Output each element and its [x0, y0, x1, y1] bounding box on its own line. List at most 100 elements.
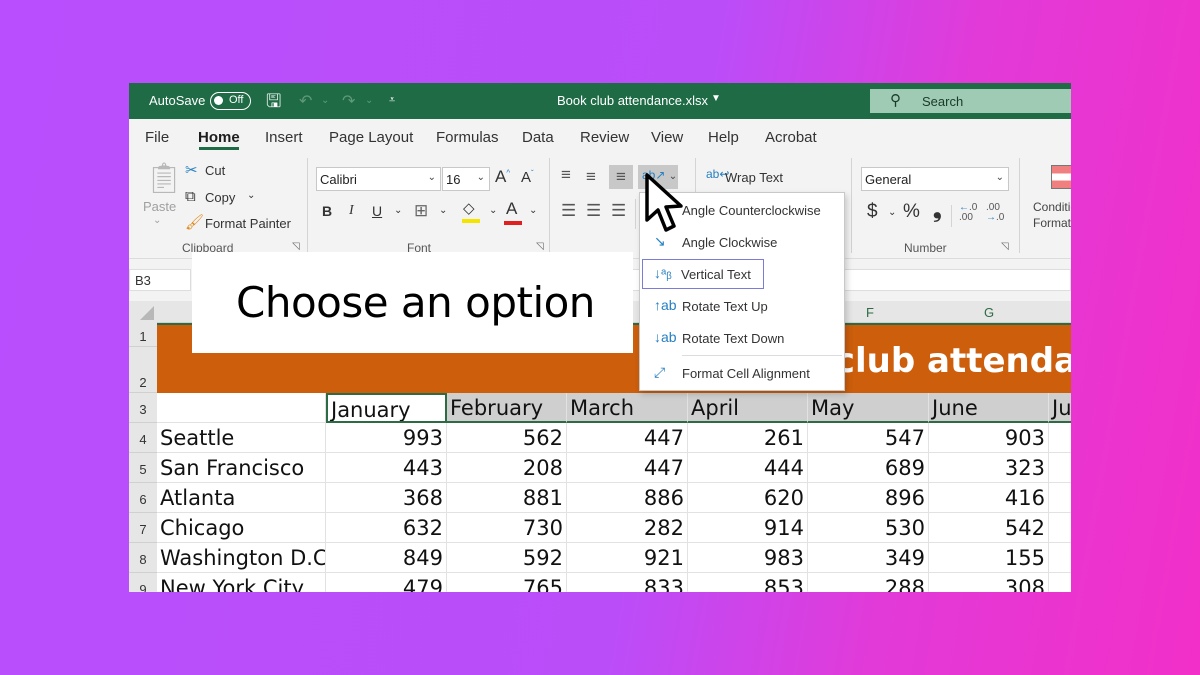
row-header-5[interactable]: 5: [129, 453, 157, 483]
copy-button[interactable]: Copy: [205, 190, 235, 205]
attendance-cell[interactable]: 853: [688, 573, 808, 592]
attendance-cell[interactable]: 765: [447, 573, 567, 592]
middle-align-icon[interactable]: ≡: [586, 167, 596, 187]
attendance-cell[interactable]: 921: [567, 543, 688, 573]
attendance-cell[interactable]: 208: [447, 453, 567, 483]
attendance-cell[interactable]: 261: [688, 423, 808, 453]
attendance-cell[interactable]: 443: [326, 453, 447, 483]
month-header-cell[interactable]: June: [929, 393, 1049, 423]
tab-page-layout[interactable]: Page Layout: [329, 129, 413, 146]
attendance-cell[interactable]: 849: [326, 543, 447, 573]
percent-button[interactable]: %: [903, 201, 920, 223]
empty-cell[interactable]: [1049, 483, 1071, 513]
month-header-cell[interactable]: February: [447, 393, 567, 423]
row-header-9[interactable]: 9: [129, 573, 157, 592]
font-color-dropdown-icon[interactable]: ⌄: [529, 205, 537, 216]
tab-data[interactable]: Data: [522, 129, 554, 146]
tab-view[interactable]: View: [651, 129, 683, 146]
save-icon[interactable]: 🖫: [266, 89, 281, 119]
city-cell[interactable]: Seattle: [157, 423, 326, 453]
fill-color-icon[interactable]: ◇: [462, 199, 480, 223]
decrease-decimal-icon[interactable]: .00 →.0: [986, 203, 1004, 223]
name-box[interactable]: B3: [129, 269, 191, 291]
borders-icon[interactable]: ⊞: [414, 201, 428, 221]
attendance-cell[interactable]: 282: [567, 513, 688, 543]
month-header-cell[interactable]: April: [688, 393, 808, 423]
row-header-3[interactable]: 3: [129, 393, 157, 423]
tab-home[interactable]: Home: [198, 129, 240, 146]
top-align-icon[interactable]: ≡: [561, 165, 571, 185]
undo-icon[interactable]: ↶: [299, 91, 312, 111]
bold-button[interactable]: B: [322, 203, 332, 219]
empty-cell[interactable]: [1049, 543, 1071, 573]
row-header-7[interactable]: 7: [129, 513, 157, 543]
attendance-cell[interactable]: 903: [929, 423, 1049, 453]
attendance-cell[interactable]: 530: [808, 513, 929, 543]
format-painter-button[interactable]: Format Painter: [205, 216, 291, 231]
title-dropdown-icon[interactable]: ▼: [711, 93, 721, 104]
row-header-6[interactable]: 6: [129, 483, 157, 513]
attendance-cell[interactable]: 592: [447, 543, 567, 573]
menu-item-rotate-text-down[interactable]: ↓ab Rotate Text Down: [642, 323, 842, 353]
wrap-text-button[interactable]: Wrap Text: [725, 170, 783, 185]
document-title[interactable]: Book club attendance.xlsx: [557, 93, 708, 108]
undo-dropdown-icon[interactable]: ⌄: [321, 95, 329, 106]
paste-button[interactable]: Paste: [143, 199, 176, 214]
font-color-icon[interactable]: A: [504, 199, 522, 225]
cut-button[interactable]: Cut: [205, 163, 225, 178]
tab-acrobat[interactable]: Acrobat: [765, 129, 817, 146]
city-cell[interactable]: Chicago: [157, 513, 326, 543]
underline-button[interactable]: U: [372, 203, 382, 219]
attendance-cell[interactable]: 349: [808, 543, 929, 573]
attendance-cell[interactable]: 689: [808, 453, 929, 483]
city-cell[interactable]: Washington D.C.: [157, 543, 326, 573]
attendance-cell[interactable]: 288: [808, 573, 929, 592]
clipboard-launcher-icon[interactable]: ◹: [292, 241, 300, 252]
month-header-cell[interactable]: March: [567, 393, 688, 423]
font-size-select[interactable]: 16 ⌄: [442, 167, 490, 191]
attendance-cell[interactable]: 886: [567, 483, 688, 513]
attendance-cell[interactable]: 368: [326, 483, 447, 513]
paste-icon[interactable]: 📋︎: [145, 161, 183, 196]
city-cell[interactable]: San Francisco: [157, 453, 326, 483]
attendance-cell[interactable]: 155: [929, 543, 1049, 573]
bottom-align-icon[interactable]: ≡: [609, 165, 633, 189]
attendance-cell[interactable]: 620: [688, 483, 808, 513]
attendance-cell[interactable]: 881: [447, 483, 567, 513]
column-header-f[interactable]: F: [865, 305, 875, 320]
attendance-cell[interactable]: 730: [447, 513, 567, 543]
tab-review[interactable]: Review: [580, 129, 629, 146]
tab-help[interactable]: Help: [708, 129, 739, 146]
month-header-cell[interactable]: Ju: [1049, 393, 1071, 423]
italic-button[interactable]: I: [349, 203, 354, 219]
select-all-button[interactable]: [129, 301, 157, 323]
month-header-cell[interactable]: January: [326, 393, 447, 423]
font-name-select[interactable]: Calibri ⌄: [316, 167, 441, 191]
copy-dropdown-icon[interactable]: ⌄: [247, 190, 255, 201]
conditional-formatting-button[interactable]: Conditional Formatting: [1033, 199, 1071, 231]
empty-cell[interactable]: [1049, 513, 1071, 543]
autosave-toggle[interactable]: Off: [210, 92, 251, 110]
attendance-cell[interactable]: 416: [929, 483, 1049, 513]
attendance-cell[interactable]: 983: [688, 543, 808, 573]
tab-formulas[interactable]: Formulas: [436, 129, 499, 146]
attendance-cell[interactable]: 308: [929, 573, 1049, 592]
search-input[interactable]: ⚲ Search: [870, 89, 1071, 113]
row-header-2[interactable]: 2: [129, 347, 157, 393]
attendance-cell[interactable]: 562: [447, 423, 567, 453]
currency-dropdown-icon[interactable]: ⌄: [888, 207, 896, 218]
number-format-select[interactable]: General ⌄: [861, 167, 1009, 191]
empty-cell[interactable]: [1049, 453, 1071, 483]
attendance-cell[interactable]: 323: [929, 453, 1049, 483]
attendance-cell[interactable]: 833: [567, 573, 688, 592]
customize-toolbar-icon[interactable]: ⩡: [389, 94, 395, 107]
attendance-cell[interactable]: 444: [688, 453, 808, 483]
cell-a3[interactable]: [157, 393, 326, 423]
comma-style-button[interactable]: ❟: [933, 197, 942, 223]
row-header-4[interactable]: 4: [129, 423, 157, 453]
attendance-cell[interactable]: 896: [808, 483, 929, 513]
attendance-cell[interactable]: 447: [567, 453, 688, 483]
city-cell[interactable]: New York City: [157, 573, 326, 592]
month-header-cell[interactable]: May: [808, 393, 929, 423]
align-center-icon[interactable]: ☰: [586, 201, 601, 221]
